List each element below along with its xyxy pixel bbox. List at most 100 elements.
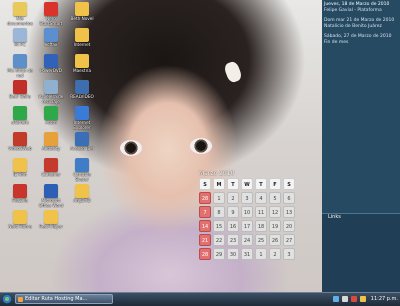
calendar-weekday-header: S bbox=[199, 178, 211, 190]
calendar-day[interactable]: 24 bbox=[241, 234, 253, 246]
app-icon bbox=[75, 80, 89, 94]
calendar-day[interactable]: 8 bbox=[213, 206, 225, 218]
desktop-icon[interactable]: Acceso IBM bbox=[66, 132, 98, 151]
update-icon[interactable] bbox=[359, 296, 366, 302]
calendar-day[interactable]: 29 bbox=[213, 248, 225, 260]
desktop-icon-label: Nero Home bbox=[8, 224, 32, 229]
calendar-day[interactable]: 13 bbox=[283, 206, 295, 218]
desktop-icon[interactable]: Audacity bbox=[35, 132, 67, 151]
calendar-day[interactable]: 5 bbox=[269, 192, 281, 204]
app-icon bbox=[44, 80, 58, 94]
app-icon bbox=[75, 54, 89, 68]
desktop-icon[interactable]: FileZilla bbox=[4, 184, 36, 203]
desktop-icon[interactable]: AnyDVD bbox=[66, 184, 98, 203]
desktop-icon[interactable]: Real Player bbox=[35, 210, 67, 229]
app-icon bbox=[75, 158, 89, 172]
calendar-day[interactable]: 12 bbox=[269, 206, 281, 218]
desktop-icon-label: Internet Explorer bbox=[73, 120, 91, 130]
desktop-icon-label: AnyDVD bbox=[73, 198, 91, 203]
desktop-icon[interactable]: Maestría bbox=[66, 54, 98, 73]
calendar-day[interactable]: 17 bbox=[241, 220, 253, 232]
wallpaper-right-eye bbox=[190, 138, 212, 154]
calendar-day[interactable]: 31 bbox=[241, 248, 253, 260]
calendar-day[interactable]: 28 bbox=[199, 248, 211, 260]
calendar-day[interactable]: 10 bbox=[241, 206, 253, 218]
calendar-day[interactable]: 22 bbox=[213, 234, 225, 246]
desktop-icon-label: Real Player bbox=[39, 224, 63, 229]
desktop-icon[interactable]: Internet Explorer bbox=[66, 106, 98, 130]
calendar-day[interactable]: 3 bbox=[241, 192, 253, 204]
calendar-day[interactable]: 23 bbox=[227, 234, 239, 246]
calendar-day[interactable]: 27 bbox=[283, 234, 295, 246]
calendar-day[interactable]: 11 bbox=[255, 206, 267, 218]
desktop-icon[interactable]: Mis documentos bbox=[4, 2, 36, 26]
app-icon bbox=[13, 54, 27, 68]
sidebar-item[interactable]: Sábado, 27 de Marzo de 2010 bbox=[324, 34, 398, 40]
calendar-day[interactable]: 19 bbox=[269, 220, 281, 232]
app-icon bbox=[75, 2, 89, 16]
calendar-day[interactable]: 16 bbox=[227, 220, 239, 232]
calendar-day[interactable]: 6 bbox=[283, 192, 295, 204]
calendar-day[interactable]: 2 bbox=[227, 192, 239, 204]
calendar-day[interactable]: 20 bbox=[283, 220, 295, 232]
desktop-icon[interactable]: Beth Novel bbox=[66, 2, 98, 21]
desktop-icon[interactable]: ecffax bbox=[35, 28, 67, 47]
app-icon bbox=[75, 184, 89, 198]
desktop-icon[interactable]: Bee! Baile bbox=[4, 80, 36, 99]
start-button[interactable] bbox=[2, 294, 12, 304]
desktop-icon[interactable]: Mi PC bbox=[4, 28, 36, 47]
desktop-icon[interactable]: Cartable Skate! bbox=[66, 158, 98, 182]
calendar-day[interactable]: 14 bbox=[199, 220, 211, 232]
calendar-weekday-header: T bbox=[227, 178, 239, 190]
app-icon bbox=[44, 28, 58, 42]
desktop-icon-label: Beth Novel bbox=[70, 16, 94, 21]
calendar-gadget[interactable]: Marzo 2010 S M T W T F S 28 1 2 3 4 5 6 7 8 9 10 11 12 13 14 1… bbox=[199, 169, 305, 269]
calendar-day[interactable]: 15 bbox=[213, 220, 225, 232]
sidebar-item[interactable]: Jueves, 18 de Marzo de 2010 bbox=[324, 2, 398, 8]
sidebar-item[interactable]: Dom mar 21 de Marzo de 2010 bbox=[324, 18, 398, 24]
calendar-day[interactable]: 30 bbox=[227, 248, 239, 260]
desktop-icon-label: Internet bbox=[73, 42, 91, 47]
calendar-day[interactable]: 4 bbox=[255, 192, 267, 204]
desktop-icon[interactable]: PowerDVD bbox=[35, 54, 67, 73]
clock[interactable]: 11:27 p.m. bbox=[371, 296, 398, 302]
sidebar-panel-title: Links bbox=[328, 214, 341, 220]
desktop-icon[interactable]: Video2Web bbox=[4, 132, 36, 151]
calendar-day[interactable]: 1 bbox=[213, 192, 225, 204]
calendar-day[interactable]: 7 bbox=[199, 206, 211, 218]
wallpaper-left-eye bbox=[120, 140, 142, 156]
calendar-day[interactable]: 9 bbox=[227, 206, 239, 218]
sidebar-item[interactable]: Felipe Gavial - Plataforma bbox=[324, 8, 398, 14]
app-icon bbox=[44, 132, 58, 146]
calendar-weekday-header: M bbox=[213, 178, 225, 190]
desktop-icon[interactable]: Papelera de reciclaje bbox=[35, 80, 67, 104]
sidebar-item[interactable]: Fin de mes bbox=[324, 40, 398, 46]
calendar-day[interactable]: 28 bbox=[199, 192, 211, 204]
volume-icon[interactable] bbox=[341, 296, 348, 302]
calendar-day[interactable]: 26 bbox=[269, 234, 281, 246]
calendar-day[interactable]: 1 bbox=[255, 248, 267, 260]
desktop-icon[interactable]: Microsoft Office Word bbox=[35, 184, 67, 208]
security-icon[interactable] bbox=[350, 296, 357, 302]
desktop-icon[interactable]: uTorrent bbox=[4, 106, 36, 125]
calendar-day[interactable]: 21 bbox=[199, 234, 211, 246]
desktop-icon-label: Atom bbox=[45, 120, 57, 125]
desktop-icon-label: Microsoft Office Word bbox=[38, 198, 64, 208]
calendar-day[interactable]: 3 bbox=[283, 248, 295, 260]
desktop-icon[interactable]: Atom bbox=[35, 106, 67, 125]
calendar-day[interactable]: 2 bbox=[269, 248, 281, 260]
desktop-icon[interactable]: IE Rhn bbox=[4, 158, 36, 177]
calendar-day[interactable]: 25 bbox=[255, 234, 267, 246]
desktop-icon[interactable]: CCleaner bbox=[35, 158, 67, 177]
sidebar-item[interactable]: Natalicio de Benito Juárez bbox=[324, 24, 398, 30]
network-icon[interactable] bbox=[332, 296, 339, 302]
desktop-icon-label: Mi PC bbox=[14, 42, 26, 47]
desktop-icon[interactable]: REALVIDEO bbox=[66, 80, 98, 99]
calendar-day[interactable]: 18 bbox=[255, 220, 267, 232]
desktop-icon-label: Maestría bbox=[72, 68, 92, 73]
desktop-icon[interactable]: Nero StartSmart bbox=[35, 2, 67, 26]
desktop-icon[interactable]: Internet bbox=[66, 28, 98, 47]
desktop-icon[interactable]: Mis sitios de red bbox=[4, 54, 36, 78]
taskbar-window-button[interactable]: Editar Ruta Hosting Ma... bbox=[15, 294, 113, 304]
desktop-icon[interactable]: Nero Home bbox=[4, 210, 36, 229]
